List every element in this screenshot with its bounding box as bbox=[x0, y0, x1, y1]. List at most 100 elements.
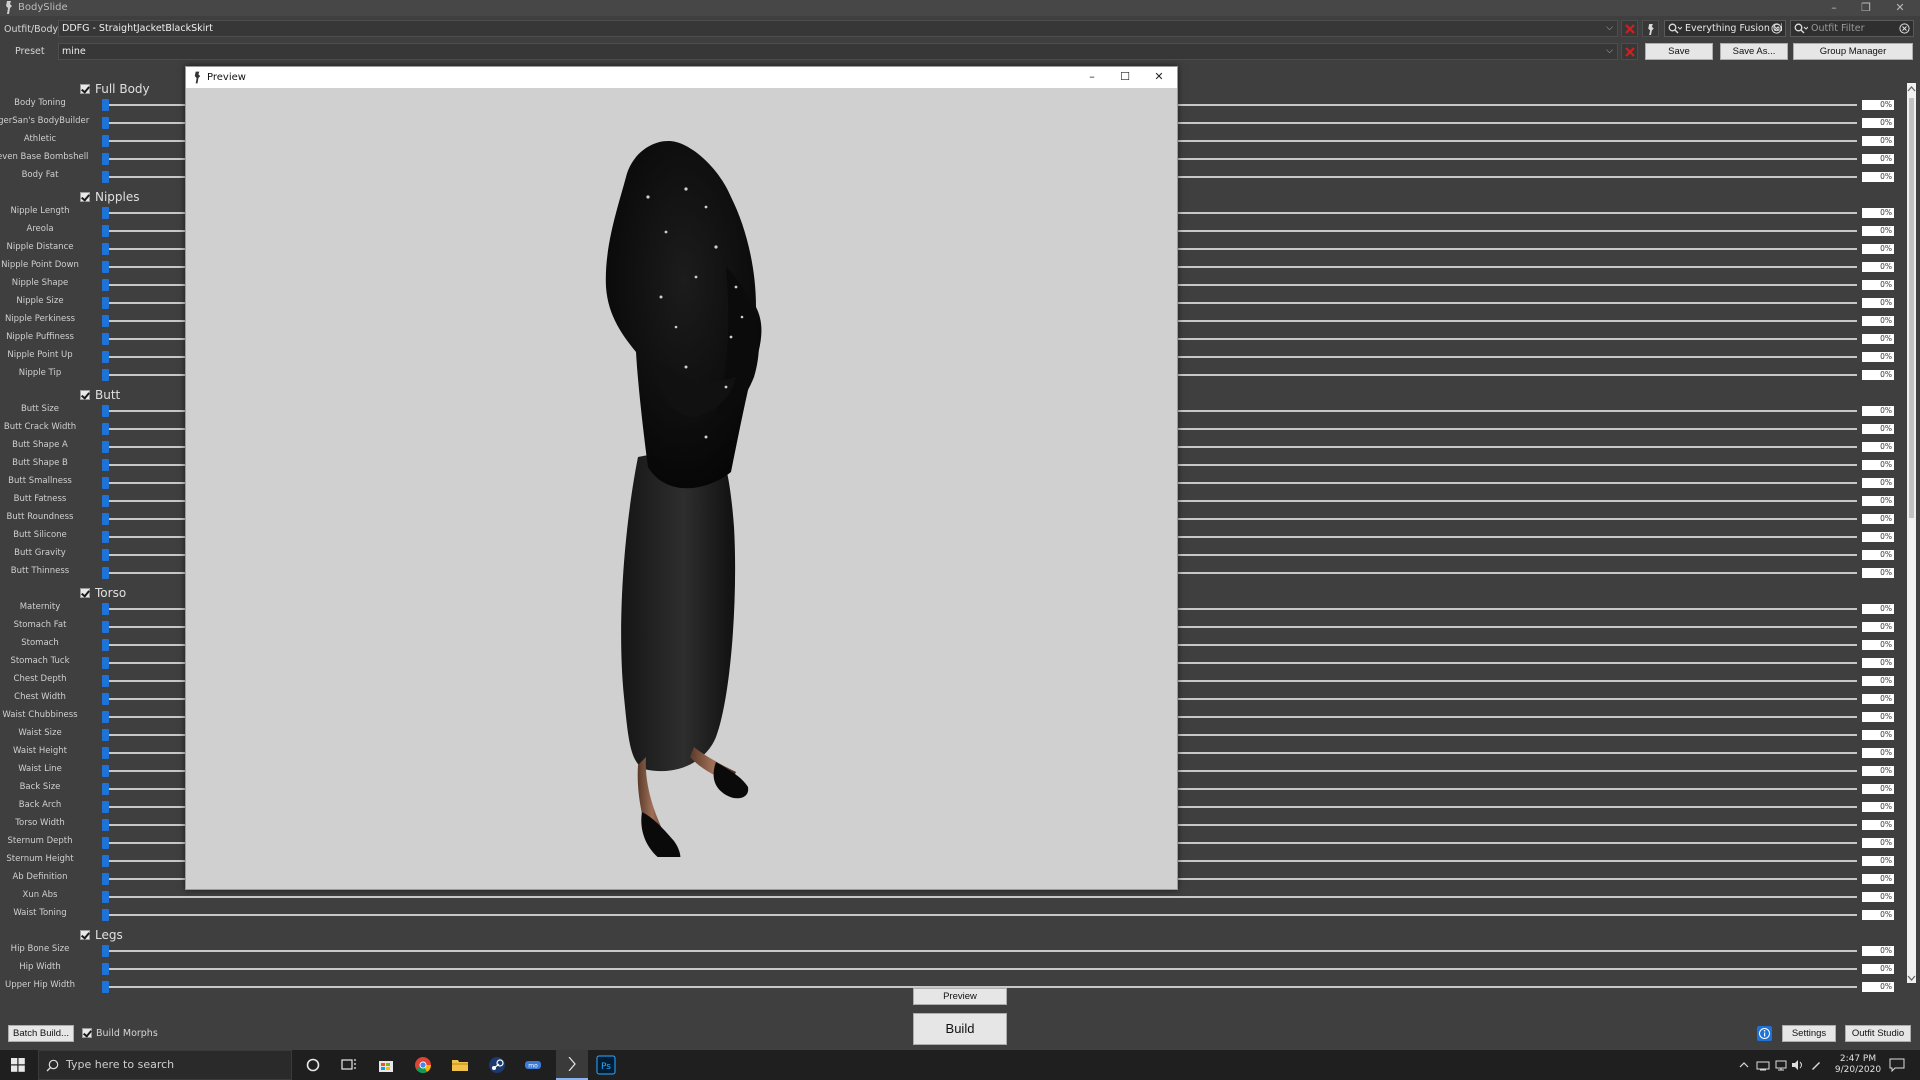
slider-value-input[interactable]: 0% bbox=[1862, 730, 1894, 740]
slider-thumb[interactable] bbox=[102, 423, 109, 435]
slider-thumb[interactable] bbox=[102, 819, 109, 831]
slider-thumb[interactable] bbox=[102, 891, 109, 903]
preview-window[interactable]: Preview – ☐ ✕ bbox=[185, 66, 1178, 890]
slider-value-input[interactable]: 0% bbox=[1862, 874, 1894, 884]
slider-thumb[interactable] bbox=[102, 225, 109, 237]
slider-thumb[interactable] bbox=[102, 765, 109, 777]
slider-value-input[interactable]: 0% bbox=[1862, 892, 1894, 902]
slider-value-input[interactable]: 0% bbox=[1862, 622, 1894, 632]
slider-thumb[interactable] bbox=[102, 801, 109, 813]
body-model-render[interactable] bbox=[566, 137, 806, 857]
slider-thumb[interactable] bbox=[102, 657, 109, 669]
slider-track[interactable] bbox=[102, 896, 1857, 898]
slider-value-input[interactable]: 0% bbox=[1862, 460, 1894, 470]
task-view-icon[interactable] bbox=[339, 1055, 359, 1075]
category-checkbox[interactable] bbox=[80, 84, 90, 94]
network-icon[interactable] bbox=[1756, 1059, 1770, 1071]
slider-thumb[interactable] bbox=[102, 369, 109, 381]
slider-thumb[interactable] bbox=[102, 513, 109, 525]
slider-track[interactable] bbox=[102, 968, 1857, 970]
slider-thumb[interactable] bbox=[102, 693, 109, 705]
slider-value-input[interactable]: 0% bbox=[1862, 856, 1894, 866]
slider-value-input[interactable]: 0% bbox=[1862, 694, 1894, 704]
taskbar-search-input[interactable]: Type here to search bbox=[38, 1050, 292, 1080]
slider-value-input[interactable]: 0% bbox=[1862, 838, 1894, 848]
slider-value-input[interactable]: 0% bbox=[1862, 442, 1894, 452]
slider-value-input[interactable]: 0% bbox=[1862, 100, 1894, 110]
slider-value-input[interactable]: 0% bbox=[1862, 712, 1894, 722]
slider-thumb[interactable] bbox=[102, 207, 109, 219]
volume-icon[interactable] bbox=[1791, 1059, 1805, 1071]
slider-thumb[interactable] bbox=[102, 567, 109, 579]
slider-thumb[interactable] bbox=[102, 477, 109, 489]
system-clock[interactable]: 2:47 PM 9/20/2020 bbox=[1820, 1054, 1896, 1076]
slider-value-input[interactable]: 0% bbox=[1862, 280, 1894, 290]
slider-value-input[interactable]: 0% bbox=[1862, 244, 1894, 254]
slider-thumb[interactable] bbox=[102, 171, 109, 183]
chevron-up-icon[interactable] bbox=[1739, 1060, 1749, 1070]
steam-icon[interactable] bbox=[487, 1055, 507, 1075]
windows-start-icon[interactable] bbox=[11, 1058, 25, 1072]
slider-thumb[interactable] bbox=[102, 675, 109, 687]
slider-thumb[interactable] bbox=[102, 837, 109, 849]
slider-thumb[interactable] bbox=[102, 351, 109, 363]
slider-value-input[interactable]: 0% bbox=[1862, 316, 1894, 326]
slider-thumb[interactable] bbox=[102, 153, 109, 165]
file-explorer-icon[interactable] bbox=[450, 1055, 470, 1075]
slider-thumb[interactable] bbox=[102, 945, 109, 957]
slider-thumb[interactable] bbox=[102, 117, 109, 129]
slider-thumb[interactable] bbox=[102, 621, 109, 633]
slider-value-input[interactable]: 0% bbox=[1862, 208, 1894, 218]
slider-value-input[interactable]: 0% bbox=[1862, 910, 1894, 920]
batch-build-button[interactable]: Batch Build... bbox=[8, 1025, 74, 1042]
slider-value-input[interactable]: 0% bbox=[1862, 424, 1894, 434]
slider-value-input[interactable]: 0% bbox=[1862, 118, 1894, 128]
slider-value-input[interactable]: 0% bbox=[1862, 748, 1894, 758]
slider-value-input[interactable]: 0% bbox=[1862, 604, 1894, 614]
close-icon[interactable]: ✕ bbox=[1142, 67, 1176, 88]
slider-value-input[interactable]: 0% bbox=[1862, 298, 1894, 308]
build-button[interactable]: Build bbox=[913, 1013, 1007, 1045]
slider-track[interactable] bbox=[102, 950, 1857, 952]
slider-value-input[interactable]: 0% bbox=[1862, 496, 1894, 506]
category-checkbox[interactable] bbox=[80, 588, 90, 598]
slider-value-input[interactable]: 0% bbox=[1862, 820, 1894, 830]
bodyslide-taskbar-button[interactable] bbox=[556, 1050, 588, 1080]
cortana-icon[interactable] bbox=[303, 1055, 323, 1075]
slider-value-input[interactable]: 0% bbox=[1862, 532, 1894, 542]
slider-thumb[interactable] bbox=[102, 855, 109, 867]
minimize-icon[interactable]: – bbox=[1075, 67, 1109, 88]
notifications-icon[interactable] bbox=[1889, 1058, 1905, 1072]
slider-thumb[interactable] bbox=[102, 297, 109, 309]
slider-thumb[interactable] bbox=[102, 729, 109, 741]
slider-thumb[interactable] bbox=[102, 279, 109, 291]
slider-thumb[interactable] bbox=[102, 639, 109, 651]
slider-value-input[interactable]: 0% bbox=[1862, 640, 1894, 650]
slider-thumb[interactable] bbox=[102, 459, 109, 471]
preview-button[interactable]: Preview bbox=[913, 988, 1007, 1005]
slider-value-input[interactable]: 0% bbox=[1862, 226, 1894, 236]
outfit-studio-button[interactable]: Outfit Studio bbox=[1845, 1025, 1911, 1042]
slider-thumb[interactable] bbox=[102, 99, 109, 111]
slider-thumb[interactable] bbox=[102, 405, 109, 417]
slider-value-input[interactable]: 0% bbox=[1862, 262, 1894, 272]
slider-value-input[interactable]: 0% bbox=[1862, 352, 1894, 362]
settings-button[interactable]: Settings bbox=[1782, 1025, 1836, 1042]
slider-value-input[interactable]: 0% bbox=[1862, 568, 1894, 578]
slider-value-input[interactable]: 0% bbox=[1862, 334, 1894, 344]
scroll-up-icon[interactable] bbox=[1907, 85, 1916, 93]
scroll-down-icon[interactable] bbox=[1907, 974, 1916, 982]
app-icon[interactable]: mo bbox=[523, 1055, 543, 1075]
slider-value-input[interactable]: 0% bbox=[1862, 658, 1894, 668]
slider-value-input[interactable]: 0% bbox=[1862, 550, 1894, 560]
scrollbar-thumb[interactable] bbox=[1909, 98, 1914, 518]
maximize-icon[interactable]: ☐ bbox=[1108, 67, 1142, 88]
slider-thumb[interactable] bbox=[102, 315, 109, 327]
photoshop-icon[interactable]: Ps bbox=[596, 1055, 616, 1075]
slider-thumb[interactable] bbox=[102, 981, 109, 993]
store-icon[interactable] bbox=[376, 1055, 396, 1075]
slider-thumb[interactable] bbox=[102, 549, 109, 561]
slider-thumb[interactable] bbox=[102, 495, 109, 507]
slider-value-input[interactable]: 0% bbox=[1862, 676, 1894, 686]
slider-value-input[interactable]: 0% bbox=[1862, 946, 1894, 956]
